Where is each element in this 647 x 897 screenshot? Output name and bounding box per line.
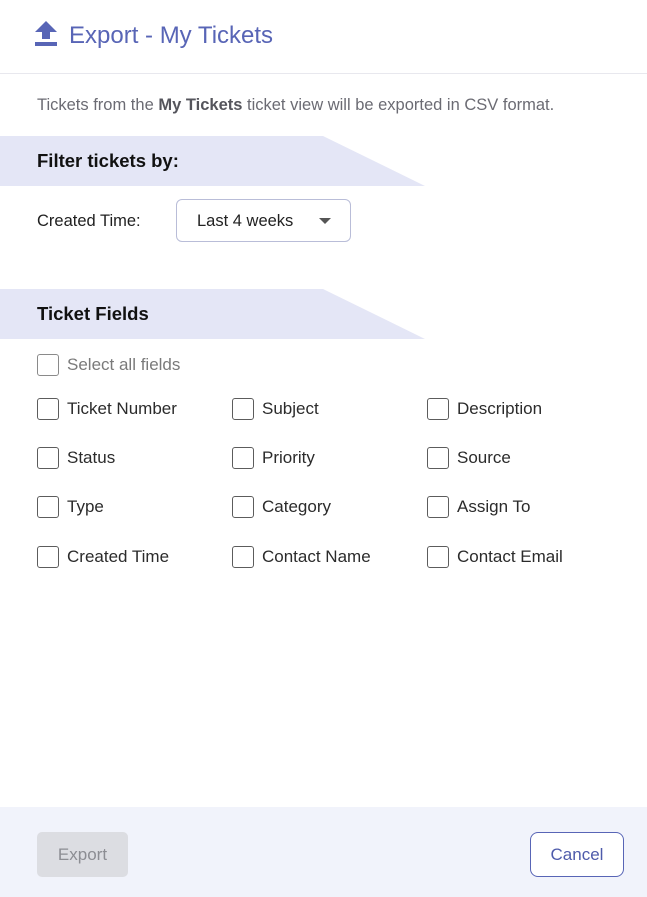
- select-all-label: Select all fields: [67, 355, 181, 374]
- field-checkbox[interactable]: [37, 447, 59, 469]
- field-checkbox[interactable]: [37, 398, 59, 420]
- created-time-select[interactable]: Last 4 weeks: [176, 199, 351, 242]
- field-label: Created Time: [67, 547, 170, 566]
- field-label: Type: [67, 497, 104, 516]
- field-checkbox-row[interactable]: Ticket Number: [37, 398, 177, 420]
- select-all-checkbox[interactable]: [37, 354, 59, 376]
- field-label: Priority: [262, 448, 315, 467]
- field-label: Status: [67, 448, 116, 467]
- field-checkbox[interactable]: [427, 447, 449, 469]
- field-checkbox[interactable]: [427, 398, 449, 420]
- field-checkbox-row[interactable]: Created Time: [37, 546, 169, 568]
- cancel-button[interactable]: Cancel: [530, 832, 624, 877]
- field-checkbox[interactable]: [232, 447, 254, 469]
- dialog-footer: Export Cancel: [0, 807, 647, 897]
- field-label: Contact Email: [457, 547, 563, 566]
- filter-section-title: Filter tickets by:: [37, 150, 179, 171]
- field-checkbox-row[interactable]: Status: [37, 447, 115, 469]
- field-checkbox[interactable]: [427, 546, 449, 568]
- field-checkbox-row[interactable]: Description: [427, 398, 542, 420]
- field-checkbox-row[interactable]: Type: [37, 496, 104, 518]
- created-time-label: Created Time:: [37, 212, 141, 230]
- created-time-value: Last 4 weeks: [197, 212, 294, 230]
- intro-text: Tickets from the My Tickets ticket view …: [37, 94, 554, 116]
- field-checkbox[interactable]: [37, 496, 59, 518]
- field-checkbox[interactable]: [232, 496, 254, 518]
- field-label: Category: [262, 497, 331, 516]
- field-label: Description: [457, 399, 543, 418]
- chevron-down-icon: [319, 218, 331, 224]
- fields-section-title: Ticket Fields: [37, 303, 149, 324]
- field-checkbox-row[interactable]: Subject: [232, 398, 319, 420]
- field-checkbox[interactable]: [232, 546, 254, 568]
- dialog-title: Export - My Tickets: [69, 22, 274, 49]
- fields-section-header: Ticket Fields: [0, 289, 425, 339]
- field-checkbox[interactable]: [427, 496, 449, 518]
- filter-section-header: Filter tickets by:: [0, 136, 425, 186]
- export-button[interactable]: Export: [37, 832, 128, 877]
- field-label: Assign To: [457, 497, 531, 516]
- select-all-checkbox-row[interactable]: Select all fields: [37, 354, 180, 376]
- field-checkbox[interactable]: [232, 398, 254, 420]
- field-label: Ticket Number: [67, 399, 177, 418]
- field-checkbox-row[interactable]: Priority: [232, 447, 315, 469]
- field-checkbox-row[interactable]: Contact Email: [427, 546, 563, 568]
- field-label: Contact Name: [262, 547, 371, 566]
- field-checkbox[interactable]: [37, 546, 59, 568]
- intro-view-name: My Tickets: [158, 96, 243, 114]
- field-checkbox-row[interactable]: Assign To: [427, 496, 530, 518]
- field-checkbox-row[interactable]: Source: [427, 447, 511, 469]
- field-label: Source: [457, 448, 511, 467]
- upload-icon: [34, 21, 58, 47]
- intro-prefix: Tickets from the: [37, 96, 159, 114]
- field-checkbox-row[interactable]: Category: [232, 496, 331, 518]
- dialog-header: Export - My Tickets: [0, 0, 647, 74]
- field-checkbox-row[interactable]: Contact Name: [232, 546, 371, 568]
- intro-suffix: ticket view will be exported in CSV form…: [242, 96, 555, 114]
- field-label: Subject: [262, 399, 319, 418]
